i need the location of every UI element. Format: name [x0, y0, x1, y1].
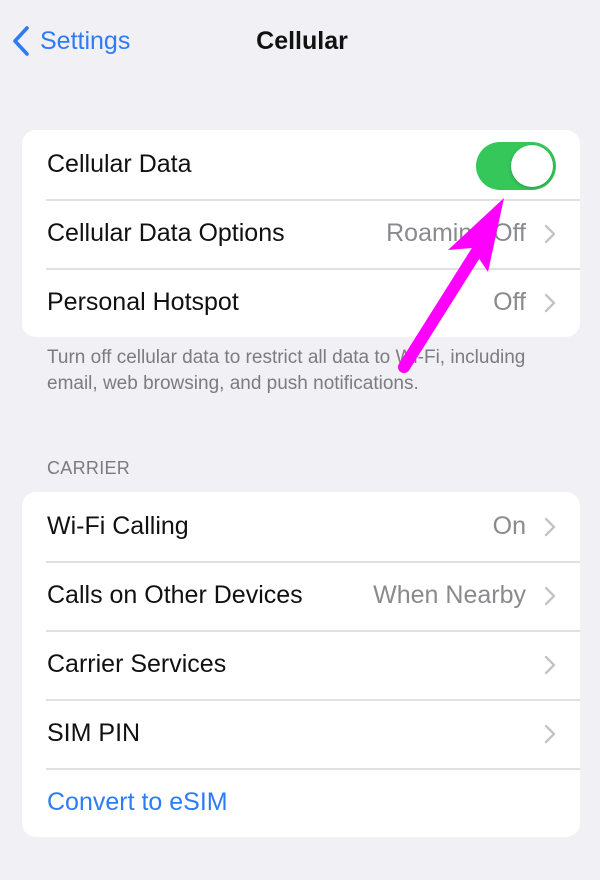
- row-label: Cellular Data Options: [47, 219, 285, 247]
- cellular-data-toggle[interactable]: [476, 142, 556, 190]
- row-value: Off: [493, 288, 526, 316]
- row-label: Carrier Services: [47, 650, 227, 678]
- carrier-services-row[interactable]: Carrier Services: [22, 630, 580, 699]
- cellular-data-row: Cellular Data: [22, 130, 580, 199]
- row-label: Personal Hotspot: [47, 288, 239, 316]
- chevron-right-icon: [544, 655, 556, 674]
- carrier-settings-group: Wi-Fi Calling On Calls on Other Devices …: [22, 492, 580, 837]
- cellular-data-options-row[interactable]: Cellular Data Options Roaming Off: [22, 199, 580, 268]
- row-value: Roaming Off: [386, 219, 526, 247]
- chevron-right-icon: [544, 586, 556, 605]
- cellular-data-footer-note: Turn off cellular data to restrict all d…: [47, 347, 526, 394]
- sim-pin-row[interactable]: SIM PIN: [22, 699, 580, 768]
- row-label: Calls on Other Devices: [47, 581, 303, 609]
- navigation-bar: Settings Cellular: [0, 0, 600, 84]
- row-value: On: [492, 512, 526, 540]
- chevron-right-icon: [544, 224, 556, 243]
- personal-hotspot-row[interactable]: Personal Hotspot Off: [22, 268, 580, 337]
- chevron-right-icon: [544, 293, 556, 312]
- calls-on-other-devices-row[interactable]: Calls on Other Devices When Nearby: [22, 561, 580, 630]
- row-label: Wi-Fi Calling: [47, 512, 189, 540]
- page-title: Cellular: [256, 27, 348, 55]
- convert-to-esim-row[interactable]: Convert to eSIM: [22, 768, 580, 837]
- row-label: Cellular Data: [47, 150, 192, 178]
- chevron-right-icon: [544, 724, 556, 743]
- chevron-right-icon: [544, 517, 556, 536]
- wifi-calling-row[interactable]: Wi-Fi Calling On: [22, 492, 580, 561]
- row-label: SIM PIN: [47, 719, 141, 747]
- row-value: When Nearby: [373, 581, 526, 609]
- convert-to-esim-link[interactable]: Convert to eSIM: [47, 788, 228, 817]
- carrier-section-header: CARRIER: [47, 458, 131, 478]
- toggle-knob: [511, 145, 553, 187]
- cellular-settings-group: Cellular Data Cellular Data Options Roam…: [22, 130, 580, 337]
